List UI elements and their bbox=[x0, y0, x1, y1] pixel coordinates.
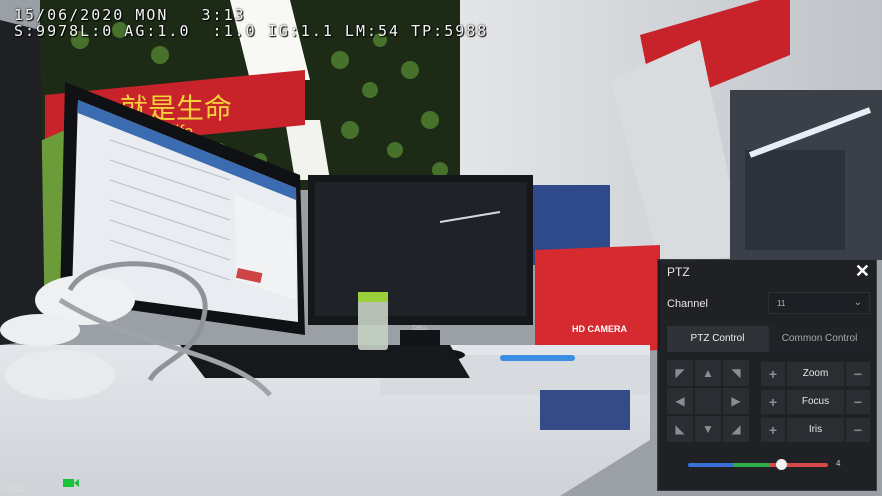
arrow-up-icon[interactable]: ▲ bbox=[695, 360, 721, 386]
tab-common-control[interactable]: Common Control bbox=[769, 326, 870, 352]
iris-control: + Iris − bbox=[761, 418, 870, 442]
direction-pad: ◤ ▲ ◥ ◀ ▶ ◣ ▼ ◢ bbox=[667, 360, 751, 444]
box-label: HD CAMERA bbox=[572, 324, 627, 334]
zoom-control: + Zoom − bbox=[761, 362, 870, 386]
focus-label: Focus bbox=[787, 390, 844, 414]
direction-center[interactable] bbox=[695, 388, 721, 414]
focus-control: + Focus − bbox=[761, 390, 870, 414]
arrow-down-right-icon[interactable]: ◢ bbox=[723, 416, 749, 442]
channel-tag: CH11 bbox=[4, 484, 24, 493]
arrow-up-left-icon[interactable]: ◤ bbox=[667, 360, 693, 386]
tab-ptz-control[interactable]: PTZ Control bbox=[667, 326, 768, 352]
zoom-out-button[interactable]: − bbox=[846, 362, 870, 386]
close-icon[interactable]: ✕ bbox=[855, 261, 870, 282]
zoom-label: Zoom bbox=[787, 362, 844, 386]
iris-minus-button[interactable]: − bbox=[846, 418, 870, 442]
arrow-left-icon[interactable]: ◀ bbox=[667, 388, 693, 414]
chevron-down-icon: ⌄ bbox=[853, 297, 862, 308]
speed-slider-handle[interactable] bbox=[775, 459, 787, 470]
focus-plus-button[interactable]: + bbox=[761, 390, 785, 414]
zoom-in-button[interactable]: + bbox=[761, 362, 785, 386]
camera-view[interactable]: 就是生命 life. 打造 HD CAMERA bbox=[0, 0, 882, 496]
focus-minus-button[interactable]: − bbox=[846, 390, 870, 414]
speed-value: 4 bbox=[836, 459, 841, 468]
camera-recording-icon bbox=[63, 479, 79, 487]
iris-plus-button[interactable]: + bbox=[761, 418, 785, 442]
channel-select[interactable]: 11 ⌄ bbox=[768, 292, 870, 314]
osd-stats: S:9978L:0 AG:1.0 :1.0 IG:1.1 LM:54 TP:59… bbox=[14, 22, 489, 40]
arrow-right-icon[interactable]: ▶ bbox=[723, 388, 749, 414]
channel-value: 11 bbox=[777, 299, 786, 308]
arrow-up-right-icon[interactable]: ◥ bbox=[723, 360, 749, 386]
ptz-panel: PTZ ✕ Channel 11 ⌄ PTZ Control Common Co… bbox=[657, 259, 877, 491]
arrow-down-icon[interactable]: ▼ bbox=[695, 416, 721, 442]
iris-label: Iris bbox=[787, 418, 844, 442]
ptz-tabs: PTZ Control Common Control bbox=[667, 326, 870, 352]
channel-label: Channel bbox=[667, 298, 708, 310]
arrow-down-left-icon[interactable]: ◣ bbox=[667, 416, 693, 442]
speed-slider-track[interactable] bbox=[688, 463, 828, 467]
ptz-title: PTZ bbox=[667, 265, 690, 279]
